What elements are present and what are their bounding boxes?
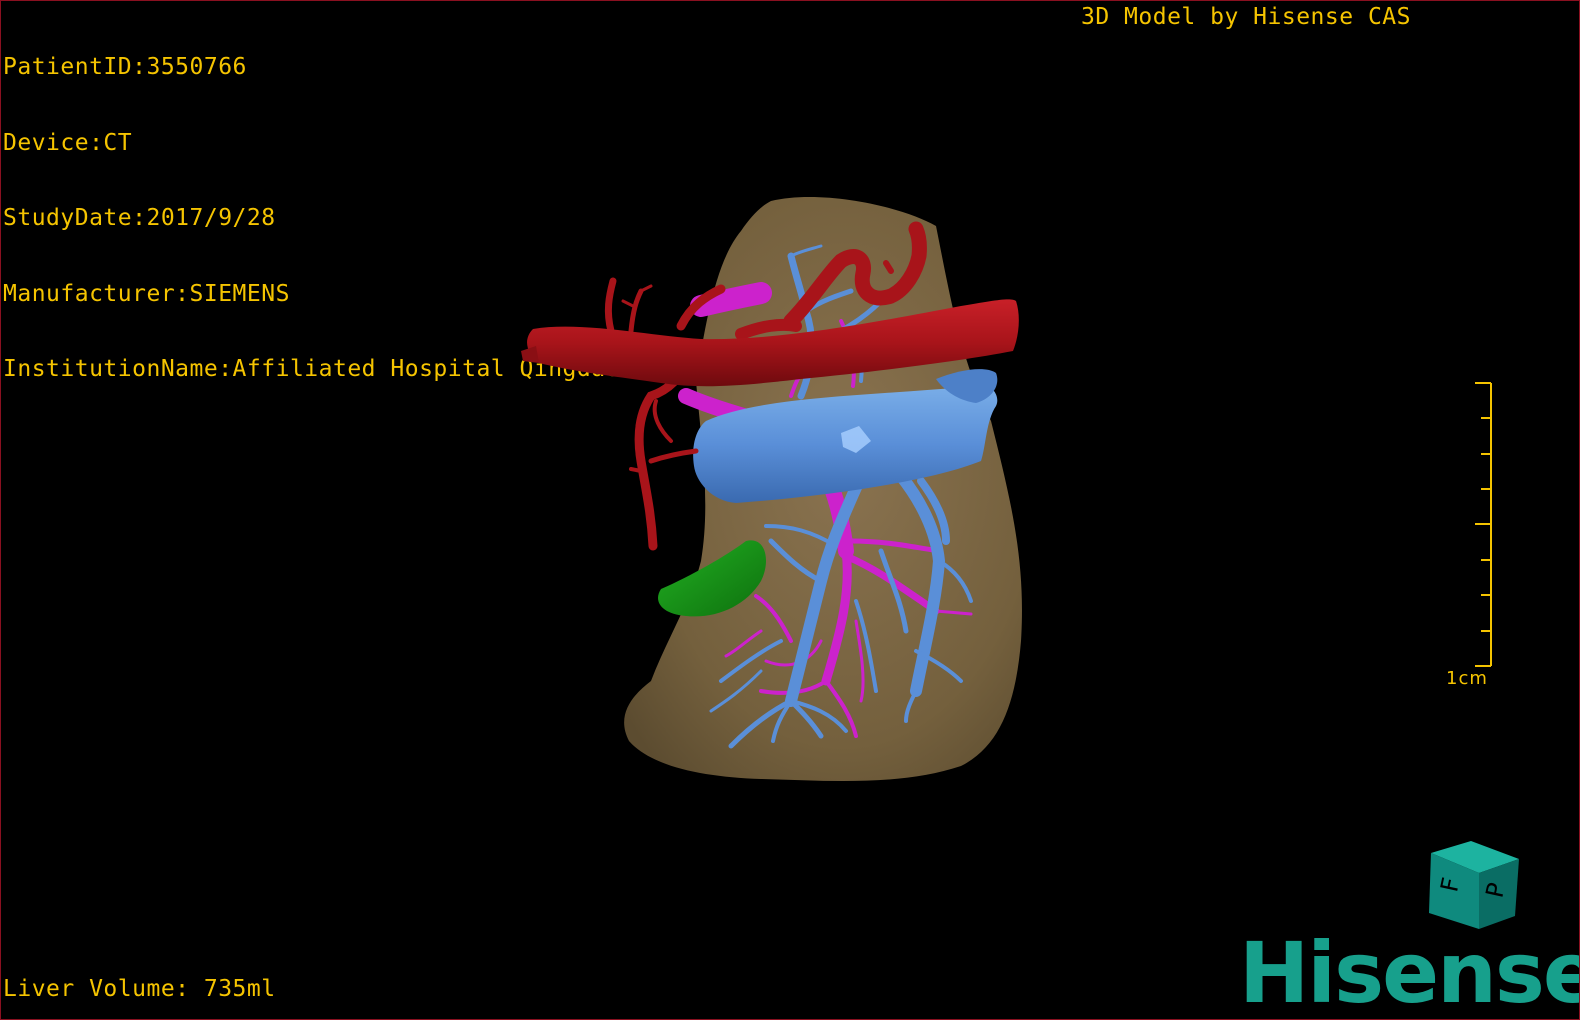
aorta-stub <box>521 346 539 363</box>
liver-volume-text: Liver Volume: 735ml <box>3 976 276 1002</box>
3d-viewport[interactable]: PatientID:3550766 Device:CT StudyDate:20… <box>0 0 1580 1020</box>
scale-bar <box>1475 382 1492 667</box>
scale-bar-label: 1cm <box>1446 668 1488 689</box>
liver-3d-model[interactable]: F P <box>1 1 1579 1019</box>
orientation-cube[interactable]: F P <box>1429 841 1519 929</box>
hisense-logo: Hisense <box>1239 924 1580 1020</box>
